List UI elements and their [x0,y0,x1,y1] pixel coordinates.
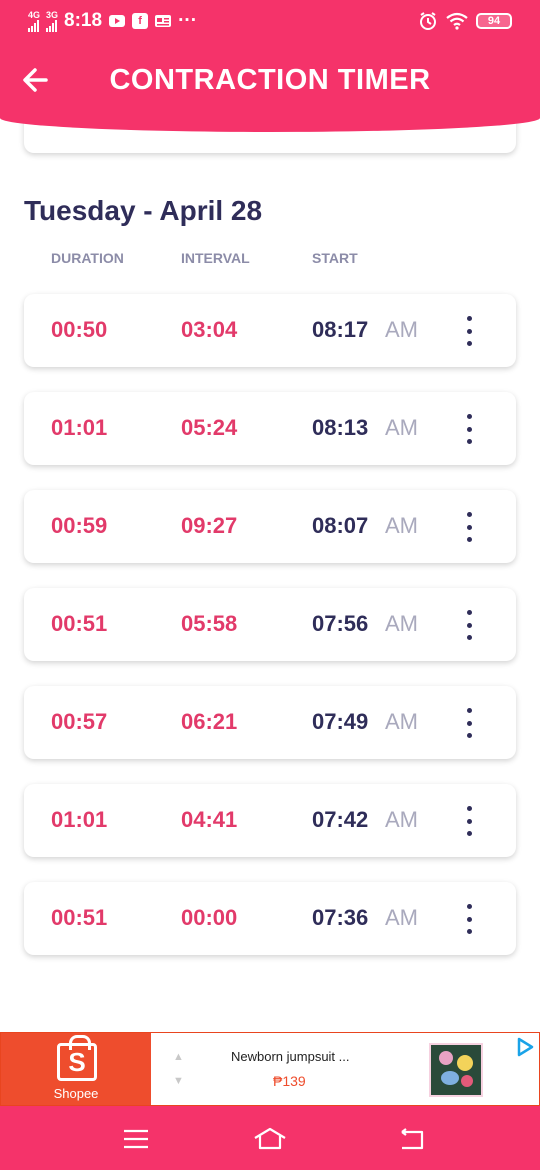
contraction-list: 00:50 03:04 08:17 AM 01:01 05:24 08:13 A… [24,294,516,980]
more-vertical-icon[interactable] [457,508,481,546]
battery-icon: 94 [476,13,512,29]
app-header: 4G 3G 8:18 f ··· 94 CONTRACTION TIMER [0,0,540,132]
start-time-value: 08:13 [312,415,369,440]
interval-value: 09:27 [181,513,238,538]
network-type-1: 4G [28,9,41,20]
signal-3g-icon: 3G [46,9,59,32]
duration-value: 00:51 [51,905,108,930]
page-title: CONTRACTION TIMER [109,63,431,96]
menu-icon[interactable] [121,1124,151,1154]
interval-value: 06:21 [181,709,238,734]
more-vertical-icon[interactable] [457,606,481,644]
interval-value: 03:04 [181,317,238,342]
contraction-row[interactable]: 00:51 00:00 07:36 AM [24,882,516,955]
more-vertical-icon[interactable] [457,900,481,938]
toolbar: CONTRACTION TIMER [0,42,540,118]
contraction-row[interactable]: 00:50 03:04 08:17 AM [24,294,516,367]
more-vertical-icon[interactable] [457,312,481,350]
column-header-interval: INTERVAL [181,250,250,266]
ad-carousel-arrows[interactable]: ▲ ▼ [173,1045,184,1093]
start-time-value: 08:07 [312,513,369,538]
home-icon[interactable] [252,1124,288,1154]
more-vertical-icon[interactable] [457,802,481,840]
column-header-duration: DURATION [51,250,124,266]
alarm-icon [420,12,436,30]
duration-value: 01:01 [51,807,108,832]
duration-value: 00:51 [51,611,108,636]
ad-product-image[interactable] [429,1043,483,1097]
contraction-row[interactable]: 00:59 09:27 08:07 AM [24,490,516,563]
start-time-value: 07:56 [312,611,369,636]
start-time-value: 07:49 [312,709,369,734]
status-bar: 4G 3G 8:18 f ··· 94 [0,0,540,42]
ampm-label: AM [385,611,418,636]
ad-brand-name: Shopee [53,1086,99,1101]
start-time-value: 08:17 [312,317,369,342]
contraction-row[interactable]: 00:57 06:21 07:49 AM [24,686,516,759]
duration-value: 00:59 [51,513,108,538]
duration-value: 00:50 [51,317,108,342]
column-header-start: START [312,250,358,266]
wifi-icon [446,12,468,30]
shopee-logo[interactable]: S Shopee [1,1033,151,1105]
ampm-label: AM [385,807,418,832]
down-arrow-icon[interactable]: ▼ [173,1069,184,1093]
facebook-icon: f [132,13,149,29]
duration-value: 00:57 [51,709,108,734]
ad-product-price: ₱139 [273,1073,306,1089]
signal-4g-icon: 4G [28,9,41,32]
ampm-label: AM [385,317,418,342]
day-heading: Tuesday - April 28 [24,195,263,226]
back-arrow-icon[interactable] [18,62,54,98]
contraction-row[interactable]: 01:01 05:24 08:13 AM [24,392,516,465]
interval-value: 05:24 [181,415,238,440]
more-notifications-icon: ··· [178,10,198,31]
contraction-row[interactable]: 00:51 05:58 07:56 AM [24,588,516,661]
system-nav-bar [0,1106,540,1170]
adchoices-icon[interactable] [515,1037,535,1057]
interval-value: 00:00 [181,905,238,930]
duration-value: 01:01 [51,415,108,440]
more-vertical-icon[interactable] [457,704,481,742]
start-time-value: 07:42 [312,807,369,832]
start-time-value: 07:36 [312,905,369,930]
up-arrow-icon[interactable]: ▲ [173,1045,184,1069]
status-time: 8:18 [64,10,103,31]
ad-banner[interactable]: S Shopee ▲ ▼ Newborn jumpsuit ... ₱139 [0,1032,540,1106]
back-icon[interactable] [397,1124,427,1154]
ad-product-title[interactable]: Newborn jumpsuit ... [231,1049,350,1064]
ampm-label: AM [385,709,418,734]
interval-value: 05:58 [181,611,238,636]
interval-value: 04:41 [181,807,238,832]
network-type-2: 3G [46,9,59,20]
contraction-row[interactable]: 01:01 04:41 07:42 AM [24,784,516,857]
ampm-label: AM [385,905,418,930]
shopping-bag-icon: S [57,1035,97,1081]
youtube-icon [109,15,126,27]
news-icon [155,15,172,27]
column-headers: DURATION INTERVAL START [51,250,511,270]
ampm-label: AM [385,415,418,440]
more-vertical-icon[interactable] [457,410,481,448]
ampm-label: AM [385,513,418,538]
